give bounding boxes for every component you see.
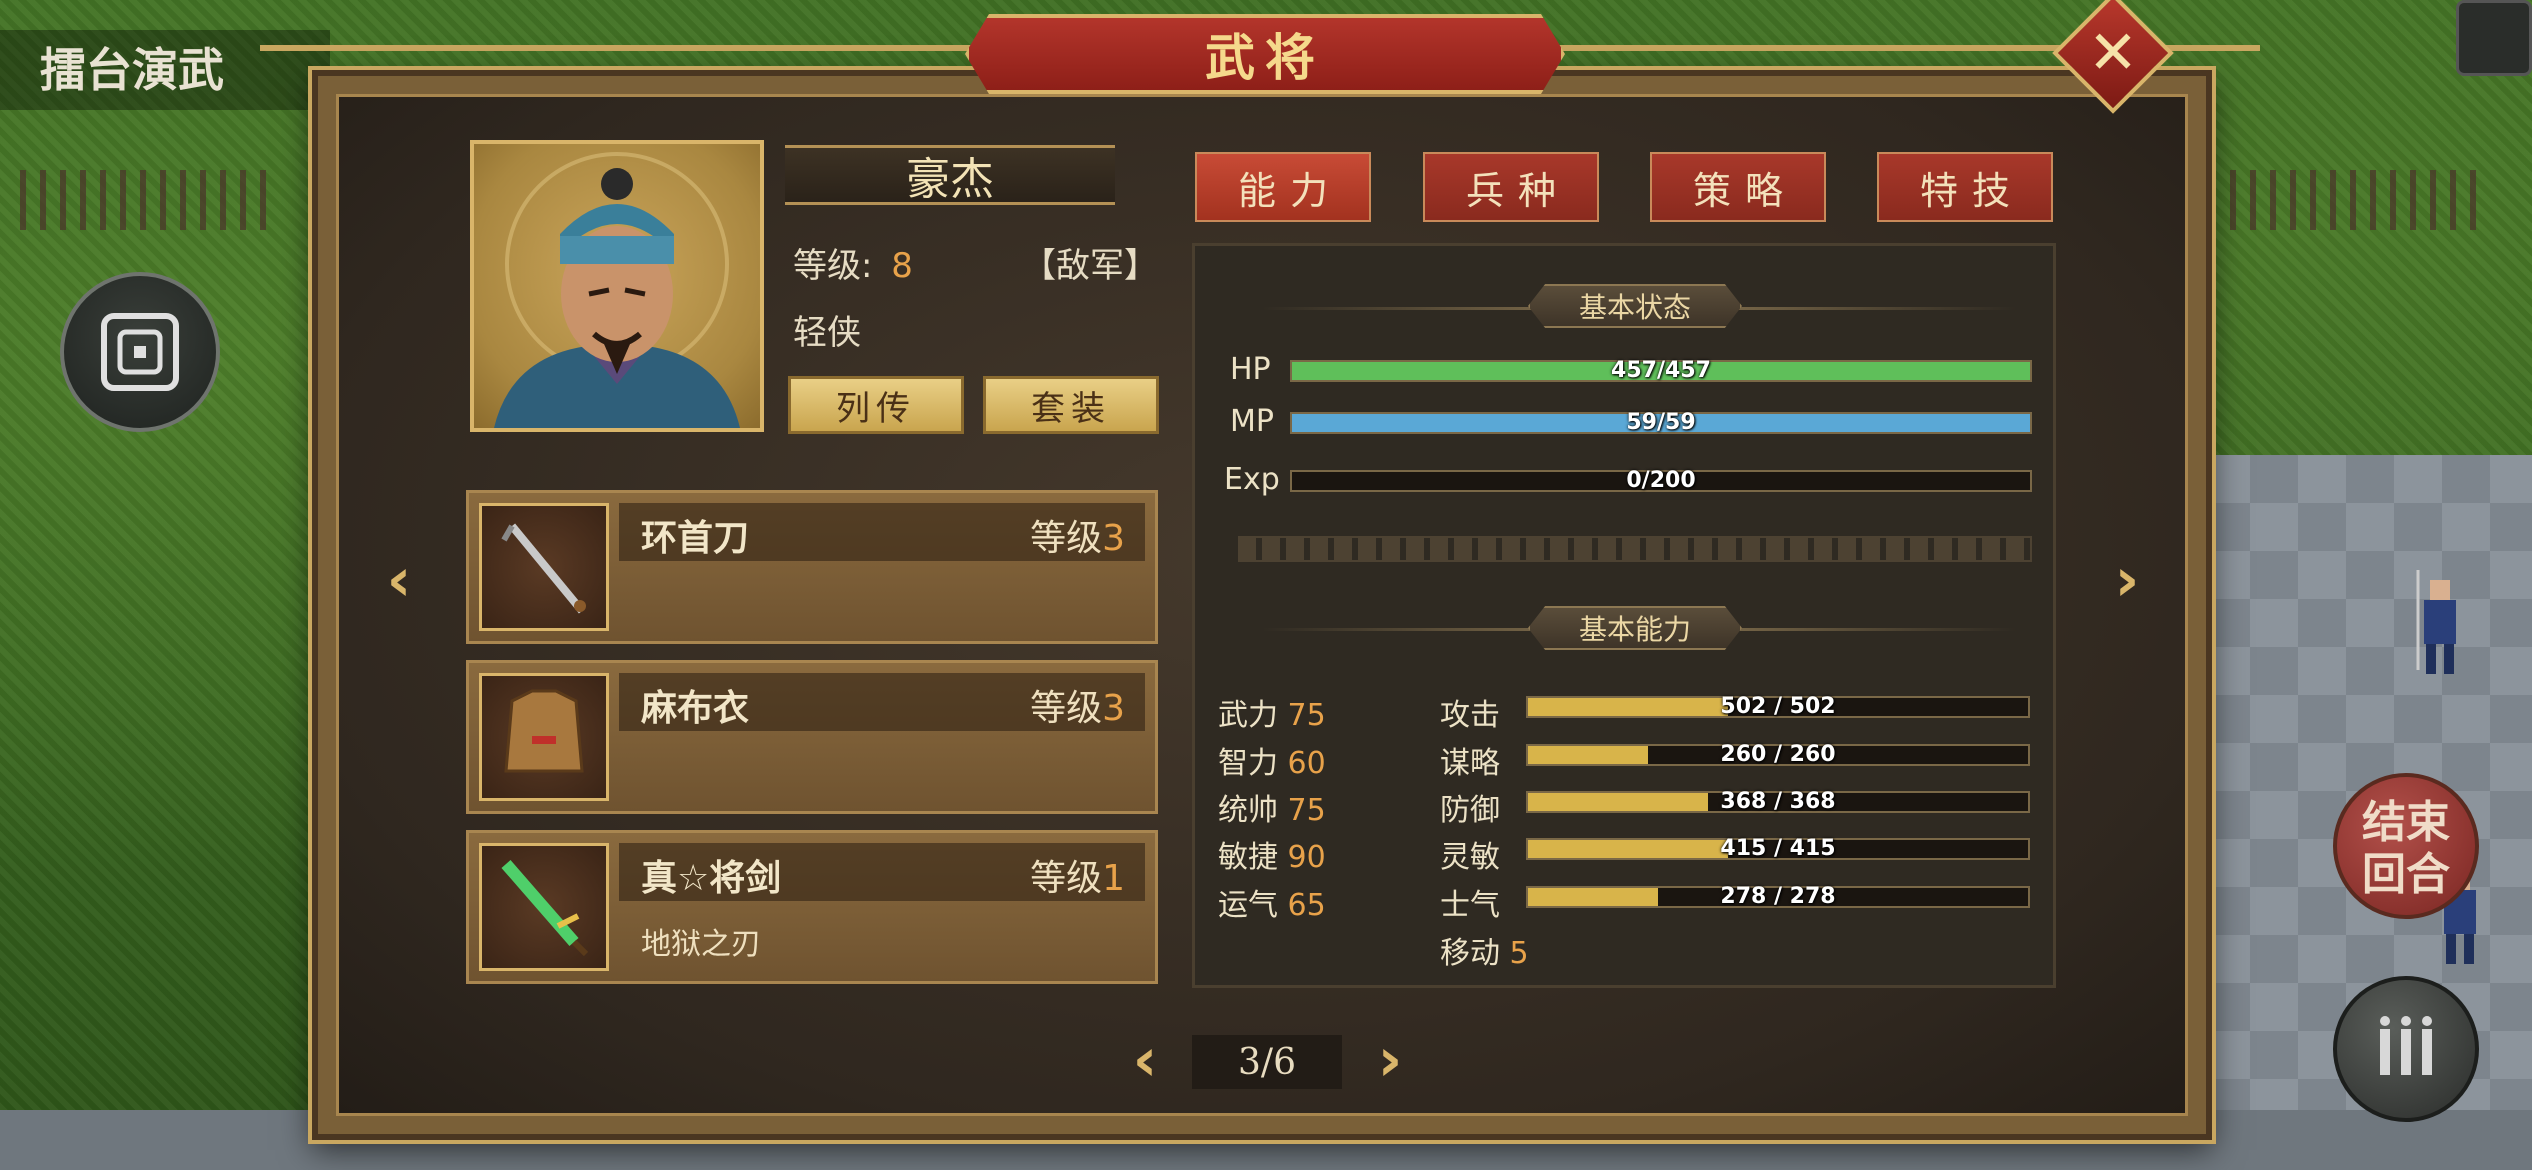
- defense-value: 368 / 368: [1720, 789, 1836, 814]
- next-general-arrow-icon[interactable]: ›: [2100, 545, 2154, 615]
- exp-label: Exp: [1224, 462, 1280, 497]
- end-turn-button[interactable]: 结束 回合: [2333, 773, 2479, 919]
- menu-button[interactable]: [2333, 976, 2479, 1122]
- basic-status-heading: 基本状态: [1528, 284, 1742, 328]
- mp-bar: 59/59: [1290, 410, 2032, 435]
- strategy-bar: 260 / 260: [1526, 742, 2030, 767]
- hero-level: 等级: 8: [793, 238, 913, 287]
- equipment-level: 等级3: [1030, 679, 1125, 731]
- equipment-slot-accessory[interactable]: 真☆将剑 等级1 地狱之刃: [466, 830, 1158, 984]
- hero-faction: 【敌军】: [1022, 246, 1158, 286]
- fence-decoration: [2230, 170, 2490, 230]
- mp-value: 59/59: [1626, 410, 1696, 435]
- attr-name: 统帅: [1218, 793, 1278, 828]
- minimap-button[interactable]: [2456, 0, 2532, 76]
- hero-class: 轻侠: [793, 313, 861, 353]
- hp-bar: 457/457: [1290, 358, 2032, 383]
- dialog-title-banner: 武将: [965, 14, 1565, 94]
- codex-icon: [101, 313, 179, 391]
- attr-intelligence: 智力 60: [1218, 738, 1326, 782]
- mp-label: MP: [1230, 404, 1274, 439]
- attr-luck: 运气 65: [1218, 880, 1326, 924]
- basic-ability-heading: 基本能力: [1528, 606, 1742, 650]
- level-label: 等级:: [793, 246, 873, 286]
- attr-leadership: 统帅 75: [1218, 785, 1326, 829]
- armor-icon: [479, 673, 609, 801]
- dialog-title: 武将: [1205, 28, 1325, 87]
- equipment-level-label: 等级: [1030, 858, 1103, 899]
- attack-value: 502 / 502: [1720, 694, 1836, 719]
- equipment-name: 真☆将剑: [641, 858, 782, 899]
- exp-bar: 0/200: [1290, 468, 2032, 493]
- derived-morale-label: 士气: [1440, 888, 1500, 923]
- equipment-set-button[interactable]: 套装: [983, 376, 1159, 434]
- attr-name: 智力: [1218, 746, 1278, 781]
- equipment-slot-weapon[interactable]: 环首刀 等级3: [466, 490, 1158, 644]
- next-page-arrow-icon[interactable]: ›: [1360, 1025, 1420, 1095]
- hero-portrait: [470, 140, 764, 432]
- morale-bar: 278 / 278: [1526, 884, 2030, 909]
- hp-label: HP: [1230, 352, 1271, 387]
- attr-value: 65: [1287, 888, 1326, 923]
- attr-value: 75: [1287, 698, 1326, 733]
- level-value: 8: [891, 246, 913, 286]
- attr-value: 75: [1287, 793, 1326, 828]
- equipment-description: 地狱之刃: [641, 927, 761, 962]
- move-value: 5: [1509, 936, 1529, 971]
- ornamental-divider: [1238, 536, 2032, 562]
- attr-name: 武力: [1218, 698, 1278, 733]
- agility-bar: 415 / 415: [1526, 836, 2030, 861]
- equipment-level: 等级3: [1030, 509, 1125, 561]
- move-label: 移动: [1440, 936, 1500, 971]
- attr-value: 90: [1287, 840, 1326, 875]
- fence-decoration: [20, 170, 280, 230]
- agility-value: 415 / 415: [1720, 836, 1836, 861]
- prev-page-arrow-icon[interactable]: ‹: [1115, 1025, 1175, 1095]
- strategy-value: 260 / 260: [1720, 742, 1836, 767]
- codex-button[interactable]: [60, 272, 220, 432]
- attr-agility: 敏捷 90: [1218, 832, 1326, 876]
- defense-bar: 368 / 368: [1526, 789, 2030, 814]
- equipment-level: 等级1: [1030, 849, 1125, 901]
- enemy-soldier-icon[interactable]: [2410, 570, 2470, 680]
- hero-portrait-image: [494, 152, 740, 428]
- green-sword-icon: [479, 843, 609, 971]
- equipment-name: 麻布衣: [641, 688, 750, 729]
- equipment-level-value: 1: [1102, 858, 1125, 899]
- attr-movement: 移动 5: [1440, 928, 1529, 972]
- equipment-level-value: 3: [1102, 518, 1125, 559]
- derived-attack-label: 攻击: [1440, 698, 1500, 733]
- tab-strategy[interactable]: 策略: [1650, 152, 1826, 222]
- derived-agility-label: 灵敏: [1440, 840, 1500, 875]
- tab-special-skill[interactable]: 特技: [1877, 152, 2053, 222]
- menu-icon: [2380, 1016, 2432, 1075]
- derived-defense-label: 防御: [1440, 793, 1500, 828]
- equipment-level-label: 等级: [1030, 688, 1103, 729]
- attr-name: 敏捷: [1218, 840, 1278, 875]
- prev-general-arrow-icon[interactable]: ‹: [372, 545, 426, 615]
- exp-value: 0/200: [1626, 468, 1696, 493]
- close-icon[interactable]: ✕: [2070, 10, 2156, 96]
- attr-strength: 武力 75: [1218, 690, 1326, 734]
- tab-ability[interactable]: 能力: [1195, 152, 1371, 222]
- equipment-level-value: 3: [1102, 688, 1125, 729]
- derived-strategy-label: 谋略: [1440, 746, 1500, 781]
- equipment-slot-armor[interactable]: 麻布衣 等级3: [466, 660, 1158, 814]
- equipment-name: 环首刀: [641, 518, 750, 559]
- morale-value: 278 / 278: [1720, 884, 1836, 909]
- biography-button[interactable]: 列传: [788, 376, 964, 434]
- equipment-level-label: 等级: [1030, 518, 1103, 559]
- sword-icon: [479, 503, 609, 631]
- hp-value: 457/457: [1611, 358, 1711, 383]
- page-indicator: 3/6: [1192, 1035, 1342, 1089]
- hero-name: 豪杰: [785, 145, 1115, 205]
- attr-value: 60: [1287, 746, 1326, 781]
- attr-name: 运气: [1218, 888, 1278, 923]
- attack-bar: 502 / 502: [1526, 694, 2030, 719]
- tab-troop-type[interactable]: 兵种: [1423, 152, 1599, 222]
